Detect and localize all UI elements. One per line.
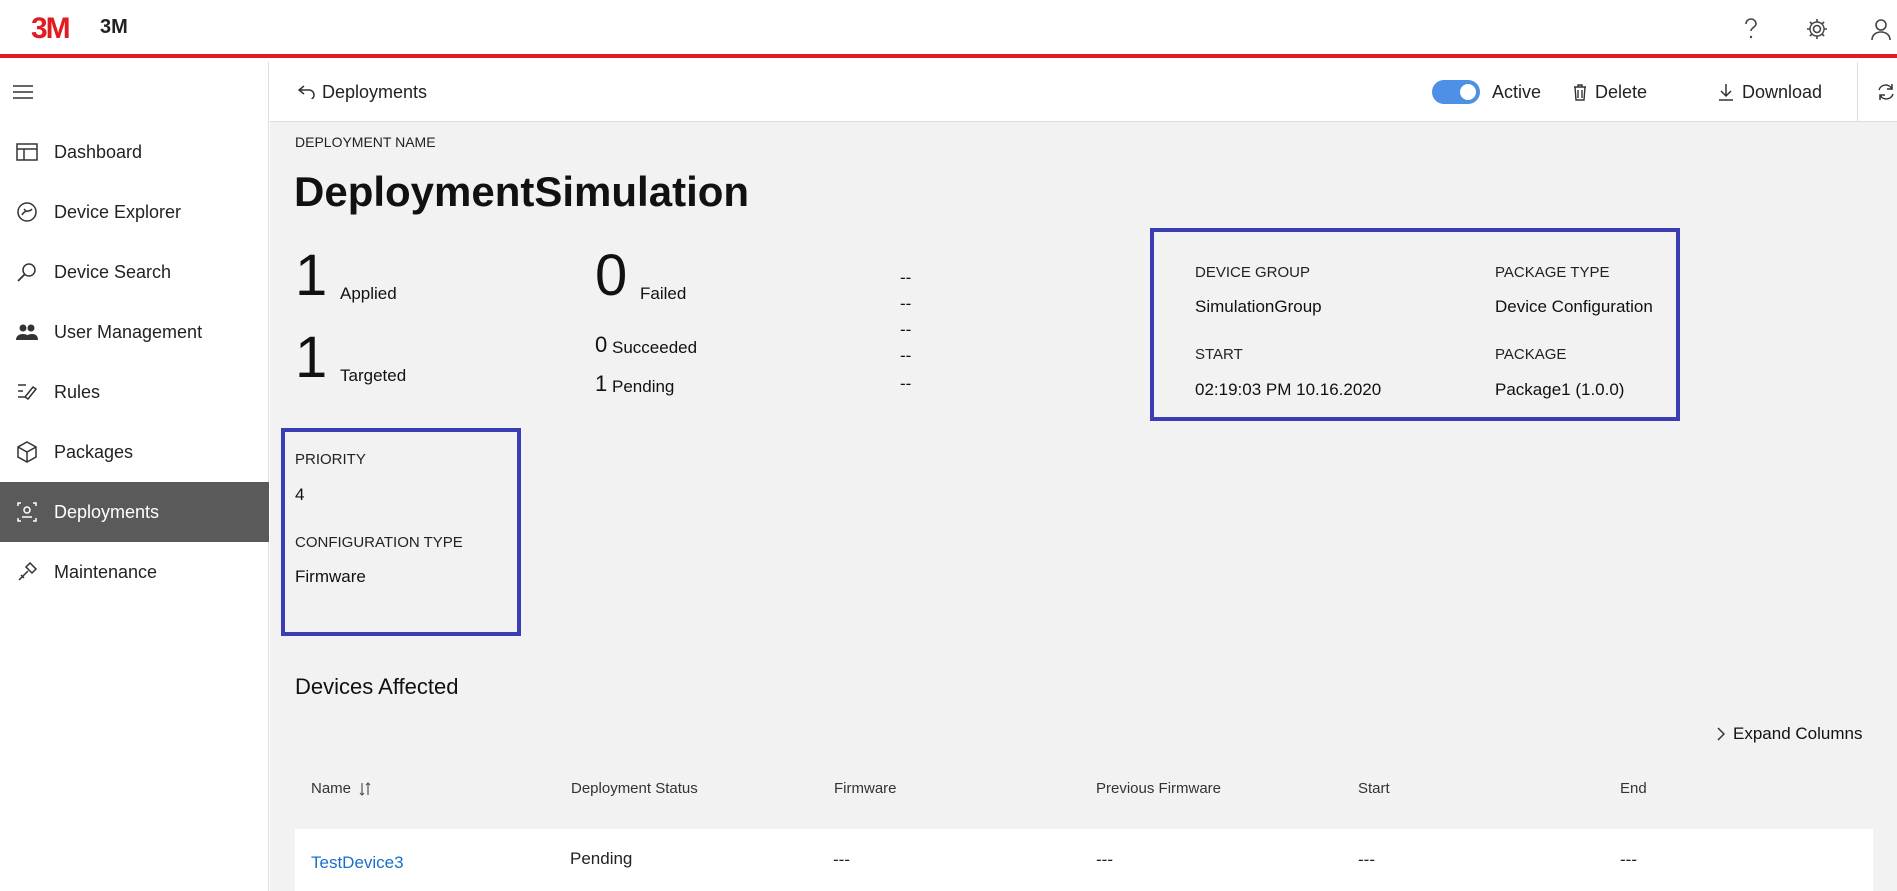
main-content: Deployments Active Delete Download DEPLO… <box>270 62 1897 891</box>
column-header-name[interactable]: Name <box>311 780 371 797</box>
package-value: Package1 (1.0.0) <box>1495 380 1625 399</box>
refresh-icon <box>1877 83 1895 101</box>
firmware-cell: --- <box>833 850 850 869</box>
deployments-icon <box>0 501 54 523</box>
targeted-count: 1 <box>295 325 328 390</box>
toolbar-divider <box>1857 62 1858 122</box>
sidebar-item-label: Deployments <box>54 501 160 522</box>
deployment-name-label: DEPLOYMENT NAME <box>295 134 436 150</box>
end-cell: --- <box>1620 850 1637 869</box>
column-header-firmware[interactable]: Firmware <box>834 780 897 797</box>
toggle-switch[interactable] <box>1432 80 1480 104</box>
device-explorer-icon <box>0 201 54 223</box>
sidebar-item-device-explorer[interactable]: Device Explorer <box>0 182 269 242</box>
column-header-label: Name <box>311 780 352 797</box>
sidebar-item-rules[interactable]: Rules <box>0 362 269 422</box>
dashboard-icon <box>0 143 54 161</box>
start-cell: --- <box>1358 850 1375 869</box>
hamburger-menu-icon[interactable] <box>12 84 36 102</box>
back-arrow-icon <box>298 85 316 99</box>
download-icon <box>1718 83 1734 101</box>
dash-value: -- <box>900 346 912 365</box>
dash-value: -- <box>900 374 912 393</box>
search-icon <box>0 261 54 283</box>
devices-affected-title: Devices Affected <box>295 674 459 699</box>
sidebar-item-label: Maintenance <box>54 561 158 582</box>
column-header-deployment-status[interactable]: Deployment Status <box>571 780 698 797</box>
chevron-right-icon <box>1717 727 1725 741</box>
deployment-status-cell: Pending <box>570 849 633 868</box>
failed-count: 0 <box>595 243 628 308</box>
users-icon <box>0 322 54 342</box>
top-header: 3M 3M <box>0 0 1897 58</box>
sidebar-item-label: User Management <box>54 321 203 342</box>
sidebar-item-packages[interactable]: Packages <box>0 422 269 482</box>
pending-label: Pending <box>612 377 675 396</box>
sidebar-item-label: Rules <box>54 381 101 402</box>
expand-columns-button[interactable]: Expand Columns <box>1717 724 1862 744</box>
sidebar-item-device-search[interactable]: Device Search <box>0 242 269 302</box>
start-value: 02:19:03 PM 10.16.2020 <box>1195 380 1382 399</box>
device-name-link[interactable]: TestDevice3 <box>311 853 404 873</box>
back-label: Deployments <box>322 81 428 102</box>
brand-logo[interactable]: 3M <box>31 12 71 46</box>
download-label: Download <box>1742 81 1823 102</box>
dash-value: -- <box>900 294 912 313</box>
device-group-label: DEVICE GROUP <box>1195 264 1311 281</box>
gear-icon[interactable] <box>1804 16 1830 42</box>
column-header-start[interactable]: Start <box>1358 780 1390 797</box>
brand-name: 3M <box>100 16 128 38</box>
sort-icon[interactable] <box>359 781 371 796</box>
delete-button[interactable]: Delete <box>1573 62 1647 122</box>
dash-value: -- <box>900 268 912 287</box>
back-button[interactable]: Deployments <box>298 62 427 122</box>
refresh-button[interactable] <box>1877 62 1895 122</box>
sidebar-item-user-management[interactable]: User Management <box>0 302 269 362</box>
applied-label: Applied <box>340 284 397 303</box>
maintenance-icon <box>0 561 54 583</box>
package-icon <box>0 441 54 463</box>
sidebar-item-label: Device Search <box>54 261 172 282</box>
succeeded-label: Succeeded <box>612 338 698 357</box>
trash-icon <box>1573 83 1587 101</box>
column-header-previous-firmware[interactable]: Previous Firmware <box>1096 780 1221 797</box>
delete-label: Delete <box>1595 81 1648 102</box>
sidebar-item-label: Packages <box>54 441 134 462</box>
download-button[interactable]: Download <box>1718 62 1822 122</box>
start-label: START <box>1195 346 1243 363</box>
rules-icon <box>0 381 54 403</box>
sidebar: Dashboard Device Explorer Device Search … <box>0 62 269 891</box>
previous-firmware-cell: --- <box>1096 850 1113 869</box>
succeeded-count: 0 <box>595 332 608 357</box>
pending-count: 1 <box>595 371 608 396</box>
targeted-label: Targeted <box>340 366 407 385</box>
help-icon[interactable] <box>1738 16 1764 42</box>
package-type-value: Device Configuration <box>1495 297 1653 316</box>
priority-label: PRIORITY <box>295 451 366 468</box>
active-label: Active <box>1492 81 1542 102</box>
column-header-end[interactable]: End <box>1620 780 1647 797</box>
page-title: DeploymentSimulation <box>294 168 750 215</box>
configuration-type-value: Firmware <box>295 567 366 586</box>
failed-label: Failed <box>640 284 687 303</box>
priority-value: 4 <box>295 485 305 504</box>
active-toggle[interactable]: Active <box>1432 62 1541 122</box>
sidebar-item-maintenance[interactable]: Maintenance <box>0 542 269 602</box>
dash-value: -- <box>900 320 912 339</box>
expand-columns-label: Expand Columns <box>1733 724 1863 743</box>
toolbar: Deployments Active Delete Download <box>270 62 1897 122</box>
configuration-type-label: CONFIGURATION TYPE <box>295 534 463 551</box>
package-label: PACKAGE <box>1495 346 1567 363</box>
user-icon[interactable] <box>1868 16 1894 42</box>
package-type-label: PACKAGE TYPE <box>1495 264 1610 281</box>
device-group-value: SimulationGroup <box>1195 297 1322 316</box>
sidebar-item-dashboard[interactable]: Dashboard <box>0 122 269 182</box>
sidebar-item-label: Dashboard <box>54 141 143 162</box>
sidebar-item-deployments[interactable]: Deployments <box>0 482 269 542</box>
sidebar-item-label: Device Explorer <box>54 201 182 222</box>
applied-count: 1 <box>295 243 328 308</box>
